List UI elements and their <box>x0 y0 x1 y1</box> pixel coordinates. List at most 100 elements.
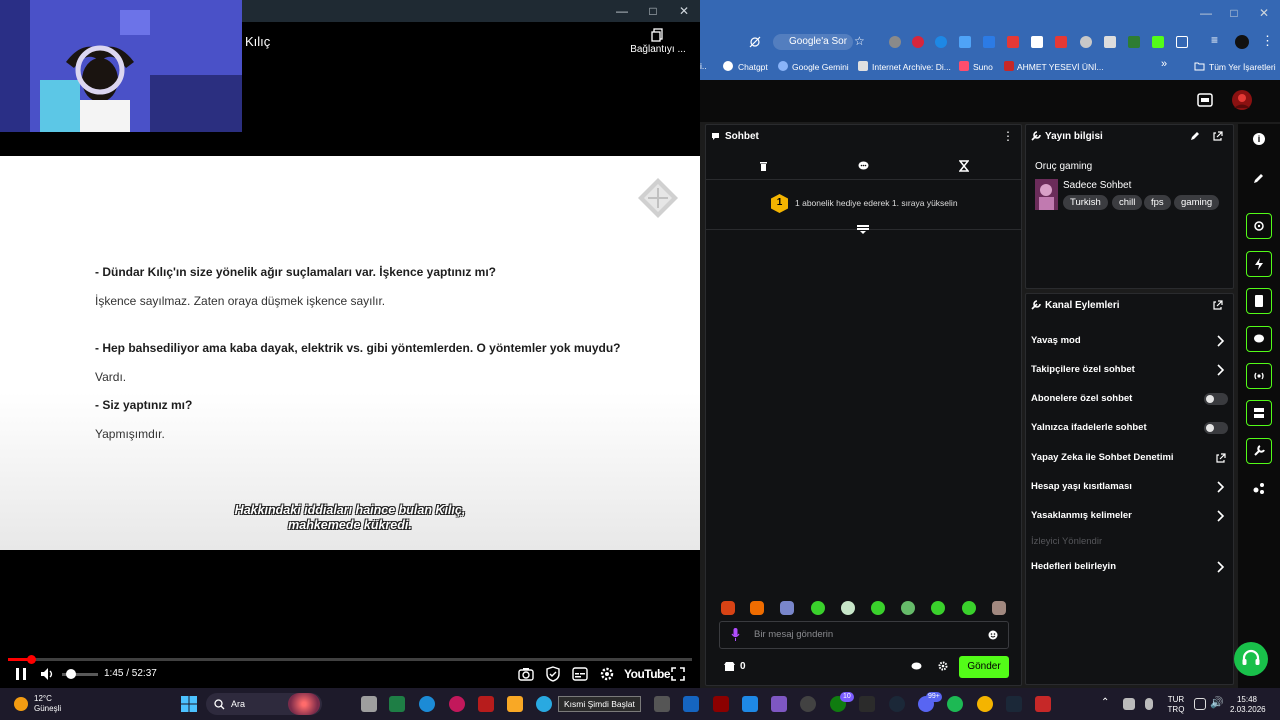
chat-menu-icon[interactable]: ⋮ <box>1002 129 1014 143</box>
taskbar-telegram-icon[interactable] <box>536 696 552 712</box>
chevron-right-icon[interactable] <box>1216 335 1225 347</box>
rail-button-bolt[interactable] <box>1246 251 1272 277</box>
weather-sun-icon[interactable] <box>14 697 28 711</box>
shield-icon[interactable] <box>545 666 561 682</box>
rail-button-layout[interactable] <box>1246 400 1272 426</box>
action-banned-words[interactable]: Yasaklanmış kelimeler <box>1031 510 1132 522</box>
extension-icon-3[interactable] <box>935 36 947 48</box>
reading-list-icon[interactable]: ≡ <box>1211 33 1218 47</box>
chevron-right-icon[interactable] <box>1216 561 1225 573</box>
maximize-icon[interactable]: □ <box>643 3 663 19</box>
taskbar-app-icon-red[interactable] <box>478 696 494 712</box>
language-indicator[interactable]: TUR TRQ <box>1166 695 1186 715</box>
rail-button-broadcast[interactable] <box>1246 363 1272 389</box>
popout-icon[interactable] <box>1213 300 1223 310</box>
action-followers-only[interactable]: Takipçilere özel sohbet <box>1031 364 1135 376</box>
bookmark-star-icon[interactable]: ☆ <box>854 34 865 48</box>
extension-icon-12[interactable] <box>1152 36 1164 48</box>
tracking-off-icon[interactable] <box>749 36 761 48</box>
browser-restore-icon[interactable]: □ <box>1224 5 1244 21</box>
browser-menu-icon[interactable]: ⋮ <box>1261 33 1274 49</box>
gift-subscription-prompt[interactable]: 1 abonelik hediye ederek 1. sıraya yükse… <box>795 198 958 208</box>
browser-close-icon[interactable]: ✕ <box>1254 5 1274 21</box>
action-account-age[interactable]: Hesap yaşı kısıtlaması <box>1031 481 1132 493</box>
emote-3[interactable] <box>780 601 794 615</box>
translate-icon[interactable] <box>959 36 971 48</box>
taskbar-opera-icon[interactable] <box>449 696 465 712</box>
tray-network-icon[interactable] <box>1194 698 1206 710</box>
subtitles-icon[interactable] <box>572 667 588 681</box>
extension-icon-11[interactable] <box>1128 36 1140 48</box>
tray-clock[interactable]: 15:48 2.03.2026 <box>1230 695 1266 715</box>
weather-widget[interactable]: 12°C Güneşli <box>34 694 61 714</box>
fullscreen-icon[interactable] <box>671 667 685 681</box>
taskbar-task-view-icon[interactable] <box>361 696 377 712</box>
taskbar-spotify-icon[interactable] <box>947 696 963 712</box>
taskbar-outlook-icon[interactable] <box>683 696 699 712</box>
extension-icon-8[interactable] <box>1055 36 1067 48</box>
taskbar-app-icon-ring[interactable] <box>800 696 816 712</box>
bookmark-partial[interactable]: i.. <box>700 61 710 73</box>
bookmark-internet-archive[interactable]: Internet Archive: Di... <box>872 61 951 73</box>
chevron-right-icon[interactable] <box>1216 510 1225 522</box>
store-icon[interactable] <box>724 661 735 672</box>
taskbar-steam-icon-2[interactable] <box>1006 696 1022 712</box>
subscribers-only-toggle[interactable] <box>1204 393 1228 405</box>
taskbar-edge-icon[interactable] <box>419 696 435 712</box>
rail-button-tools[interactable] <box>1246 438 1272 464</box>
tag-turkish[interactable]: Turkish <box>1063 195 1108 210</box>
category-thumbnail[interactable] <box>1035 179 1058 210</box>
chevron-right-icon[interactable] <box>1216 364 1225 376</box>
taskbar-file-explorer-icon[interactable] <box>507 696 523 712</box>
bookmark-google-gemini[interactable]: Google Gemini <box>792 61 849 73</box>
extension-icon-5[interactable] <box>983 36 995 48</box>
user-avatar[interactable] <box>1231 89 1253 111</box>
youtube-logo[interactable]: YouTube <box>624 665 671 683</box>
tray-gamepad-icon[interactable] <box>1123 698 1135 710</box>
profile-avatar[interactable] <box>1235 35 1249 49</box>
external-link-icon[interactable] <box>1216 453 1226 463</box>
close-icon[interactable]: ✕ <box>674 3 694 19</box>
chat-emote-menu-icon[interactable] <box>911 662 922 671</box>
bookmark-suno[interactable]: Suno <box>973 61 993 73</box>
taskbar-excel-icon[interactable] <box>389 696 405 712</box>
emote-4[interactable] <box>811 601 825 615</box>
stream-category[interactable]: Sadece Sohbet <box>1063 180 1131 191</box>
emote-only-toggle[interactable] <box>1204 422 1228 434</box>
extension-icon-1[interactable] <box>889 36 901 48</box>
progress-bar[interactable] <box>8 658 692 661</box>
edit-pencil-icon[interactable] <box>1190 131 1200 141</box>
extension-icon-6[interactable] <box>1007 36 1019 48</box>
emote-10[interactable] <box>992 601 1006 615</box>
pencil-icon[interactable] <box>1253 172 1265 184</box>
connect-button[interactable]: Bağlantıyı ... <box>624 28 692 62</box>
emote-1[interactable] <box>721 601 735 615</box>
taskbar-active-app-icon[interactable] <box>1035 696 1051 712</box>
support-chat-button[interactable] <box>1234 642 1268 676</box>
action-slow-mode[interactable]: Yavaş mod <box>1031 335 1081 347</box>
info-icon[interactable]: i <box>1253 133 1265 145</box>
emoji-picker-icon[interactable] <box>988 630 998 640</box>
popout-icon[interactable] <box>1213 131 1223 141</box>
emote-6[interactable] <box>871 601 885 615</box>
taskbar-calculator-icon[interactable] <box>742 696 758 712</box>
extensions-puzzle-icon[interactable] <box>1176 36 1188 48</box>
volume-knob[interactable] <box>66 669 76 679</box>
bookmark-all-bookmarks[interactable]: Tüm Yer İşaretleri <box>1209 61 1276 73</box>
taskbar-steam-icon[interactable] <box>889 696 905 712</box>
rail-button-notes[interactable] <box>1246 288 1272 314</box>
minimize-icon[interactable]: — <box>612 3 632 19</box>
bookmarks-overflow-icon[interactable]: » <box>1161 58 1167 70</box>
tray-volume-icon[interactable]: 🔊 <box>1210 696 1224 709</box>
bookmark-ahmet-yesevi[interactable]: AHMET YESEVİ ÜNİ... <box>1017 61 1104 73</box>
emote-2[interactable] <box>750 601 764 615</box>
chat-message-input[interactable]: Bir mesaj gönderin <box>719 621 1009 649</box>
studio-icon[interactable] <box>1197 93 1213 107</box>
taskbar-app-icon-darkred[interactable] <box>713 696 729 712</box>
chat-settings-gear-icon[interactable] <box>938 661 948 671</box>
taskbar-app-icon-purple[interactable] <box>771 696 787 712</box>
tag-fps[interactable]: fps <box>1144 195 1171 210</box>
emote-8[interactable] <box>931 601 945 615</box>
tag-gaming[interactable]: gaming <box>1174 195 1220 210</box>
emote-5[interactable] <box>841 601 855 615</box>
